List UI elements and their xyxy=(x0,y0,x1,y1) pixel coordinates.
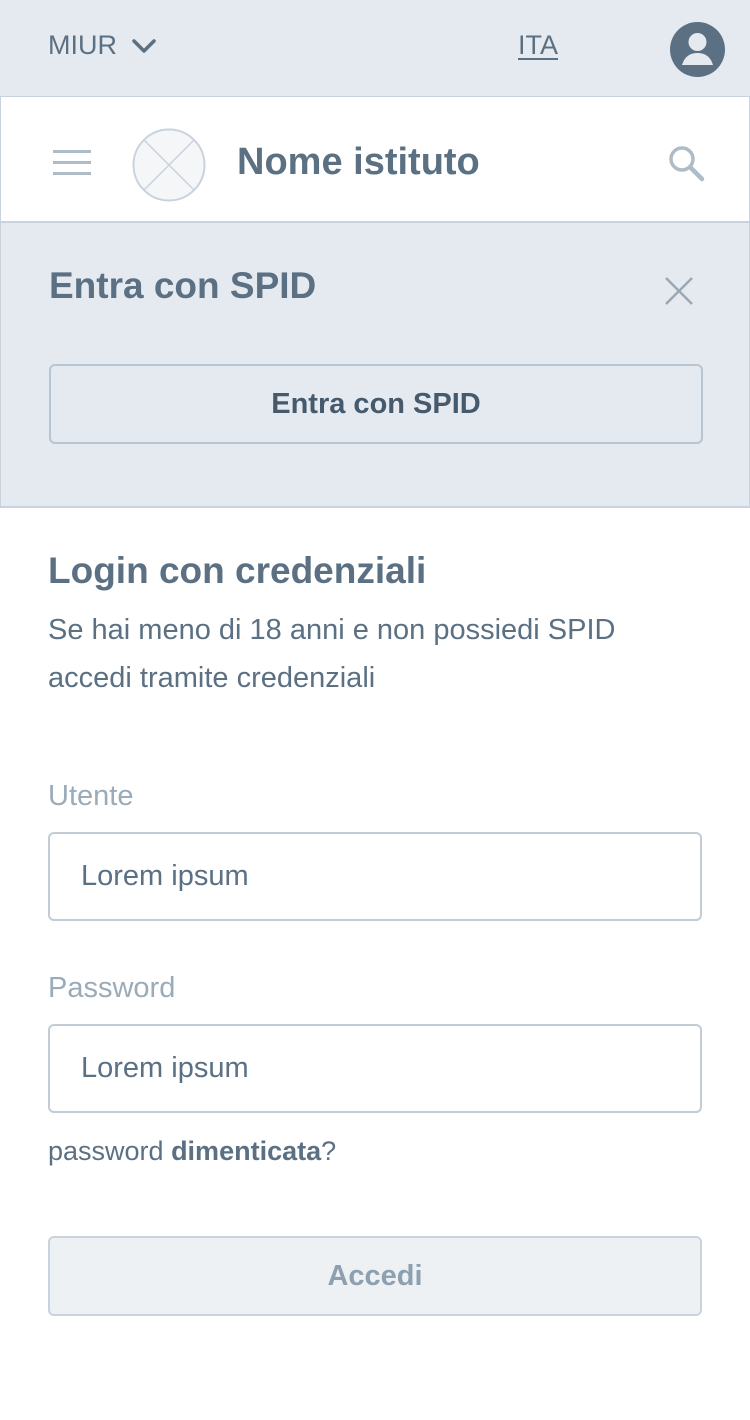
login-submit-button[interactable]: Accedi xyxy=(48,1236,702,1316)
forgot-password: password dimenticata? xyxy=(48,1136,336,1167)
password-input[interactable] xyxy=(48,1024,702,1113)
user-input[interactable] xyxy=(48,832,702,921)
forgot-password-link[interactable]: dimenticata xyxy=(171,1136,321,1166)
language-selector[interactable]: ITA xyxy=(518,30,558,61)
hamburger-menu-icon[interactable] xyxy=(53,150,93,176)
spid-title: Entra con SPID xyxy=(49,265,317,306)
close-icon[interactable] xyxy=(663,275,695,307)
placeholder-logo-icon xyxy=(132,128,206,202)
institute-name[interactable]: Nome istituto xyxy=(237,141,480,184)
org-selector[interactable]: MIUR xyxy=(48,30,157,61)
search-icon[interactable] xyxy=(667,144,705,182)
login-subtitle: Se hai meno di 18 anni e non possiedi SP… xyxy=(48,614,616,694)
spid-login-button[interactable]: Entra con SPID xyxy=(49,364,703,444)
spid-panel: Entra con SPID Entra con SPID xyxy=(0,223,750,508)
forgot-suffix: ? xyxy=(321,1136,337,1166)
user-avatar-icon[interactable] xyxy=(670,22,725,77)
org-label: MIUR xyxy=(48,30,117,60)
password-label: Password xyxy=(48,972,176,1004)
login-title: Login con credenziali xyxy=(48,550,427,591)
site-header: Nome istituto xyxy=(0,96,750,223)
user-label: Utente xyxy=(48,780,134,812)
top-bar: MIUR ITA xyxy=(0,0,750,96)
forgot-prefix: password xyxy=(48,1136,172,1166)
chevron-down-icon xyxy=(132,38,156,53)
